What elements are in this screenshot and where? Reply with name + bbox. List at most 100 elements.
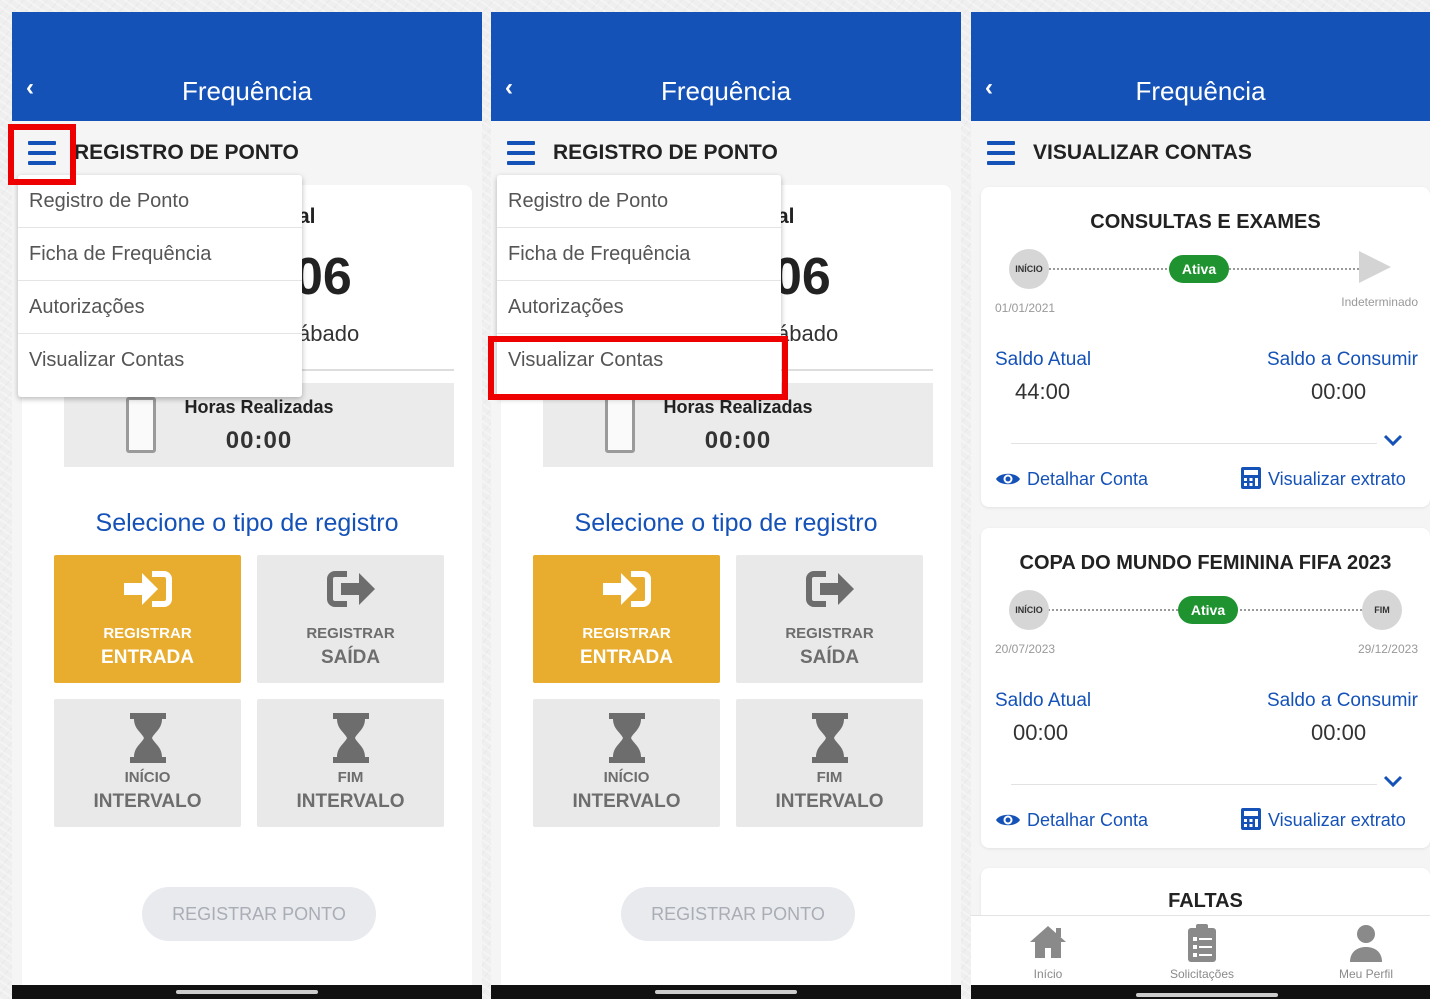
hourglass-icon — [812, 713, 848, 763]
bottom-navigation: Início Solicitações Meu Perfil — [971, 915, 1430, 985]
tile-line2: ENTRADA — [580, 647, 673, 668]
account-card: CONSULTAS E EXAMES INÍCIO Ativa 01/01/20… — [981, 187, 1430, 507]
tile-line2: INTERVALO — [775, 791, 884, 812]
tile-line1: INÍCIO — [603, 769, 650, 786]
app-bar: ‹ Frequência — [12, 12, 482, 121]
chevron-down-icon[interactable] — [1383, 774, 1403, 788]
detail-account-link[interactable]: Detalhar Conta — [1027, 810, 1148, 831]
tile-line1: REGISTRAR — [785, 625, 874, 642]
end-circle: FIM — [1362, 590, 1402, 630]
register-entry-button[interactable]: REGISTRAR ENTRADA — [54, 555, 241, 683]
section-title: REGISTRO DE PONTO — [553, 141, 778, 164]
register-exit-button[interactable]: REGISTRAR SAÍDA — [736, 555, 923, 683]
saldo-atual-label: Saldo Atual — [995, 349, 1092, 370]
end-date: Indeterminado — [1341, 295, 1418, 309]
eye-icon — [996, 473, 1020, 485]
tile-line2: INTERVALO — [93, 791, 202, 812]
status-badge: Ativa — [1178, 596, 1238, 624]
hourglass-icon — [130, 713, 166, 763]
menu-item-autorizacoes[interactable]: Autorizações — [497, 281, 781, 334]
section-title: REGISTRO DE PONTO — [74, 141, 299, 164]
account-card: COPA DO MUNDO FEMININA FIFA 2023 INÍCIO … — [981, 528, 1430, 848]
sign-in-icon — [124, 571, 172, 607]
app-title: Frequência — [660, 76, 792, 106]
highlight-visualizar-contas — [488, 336, 788, 400]
saldo-atual-label: Saldo Atual — [995, 690, 1092, 711]
hours-label: Horas Realizadas — [184, 397, 334, 417]
nav-meu-perfil[interactable]: Meu Perfil — [1306, 916, 1426, 986]
tile-line1: REGISTRAR — [306, 625, 395, 642]
start-break-button[interactable]: INÍCIO INTERVALO — [54, 699, 241, 827]
system-nav-bar — [12, 985, 482, 999]
nav-inicio[interactable]: Início — [988, 916, 1108, 986]
eye-icon — [996, 814, 1020, 826]
account-title: FALTAS — [1168, 890, 1243, 912]
app-title: Frequência — [1135, 76, 1266, 106]
register-point-button[interactable]: REGISTRAR PONTO — [142, 887, 376, 941]
hamburger-menu-icon[interactable] — [987, 141, 1015, 165]
register-point-button[interactable]: REGISTRAR PONTO — [621, 887, 855, 941]
nav-label: Solicitações — [1169, 967, 1235, 981]
menu-item-visualizar-contas[interactable]: Visualizar Contas — [18, 334, 302, 387]
sign-out-icon — [806, 571, 854, 607]
hamburger-menu-icon[interactable] — [507, 141, 535, 165]
account-title: COPA DO MUNDO FEMININA FIFA 2023 — [1019, 552, 1392, 574]
hours-label: Horas Realizadas — [663, 397, 813, 417]
account-title: CONSULTAS E EXAMES — [1090, 211, 1321, 233]
tile-line2: INTERVALO — [296, 791, 405, 812]
app-bar: ‹ Frequência — [491, 12, 961, 121]
end-break-button[interactable]: FIM INTERVALO — [257, 699, 444, 827]
detail-account-link[interactable]: Detalhar Conta — [1027, 469, 1148, 490]
view-statement-link[interactable]: Visualizar extrato — [1268, 469, 1406, 490]
day-number: 06 — [773, 248, 831, 306]
status-badge: Ativa — [1169, 255, 1229, 283]
register-exit-button[interactable]: REGISTRAR SAÍDA — [257, 555, 444, 683]
tile-line2: ENTRADA — [101, 647, 194, 668]
nav-solicitacoes[interactable]: Solicitações — [1142, 916, 1262, 986]
tile-line2: SAÍDA — [320, 647, 381, 668]
app-bar: ‹ Frequência — [971, 12, 1430, 121]
menu-item-autorizacoes[interactable]: Autorizações — [18, 281, 302, 334]
register-entry-button[interactable]: REGISTRAR ENTRADA — [533, 555, 720, 683]
menu-item-ficha-frequencia[interactable]: Ficha de Frequência — [497, 228, 781, 281]
tile-line2: SAÍDA — [799, 647, 860, 668]
saldo-consumir-value: 00:00 — [1311, 720, 1367, 745]
sign-in-icon — [603, 571, 651, 607]
menu-item-ficha-frequencia[interactable]: Ficha de Frequência — [18, 228, 302, 281]
day-number: 06 — [294, 248, 352, 306]
screen-menu-open: ‹ Frequência REGISTRO DE PONTO al 06 ába… — [12, 12, 482, 999]
menu-item-registro-ponto[interactable]: Registro de Ponto — [497, 175, 781, 228]
start-circle: INÍCIO — [1009, 590, 1049, 630]
nav-label: Meu Perfil — [1338, 967, 1394, 981]
select-type-title: Selecione o tipo de registro — [574, 509, 878, 537]
play-arrow-icon — [1359, 251, 1391, 283]
start-break-button[interactable]: INÍCIO INTERVALO — [533, 699, 720, 827]
tile-line1: REGISTRAR — [582, 625, 671, 642]
tile-line1: REGISTRAR — [103, 625, 192, 642]
tile-line1: FIM — [816, 769, 843, 786]
section-title: VISUALIZAR CONTAS — [1033, 141, 1252, 164]
section-header: VISUALIZAR CONTAS — [971, 121, 1430, 185]
hourglass-icon — [333, 713, 369, 763]
saldo-consumir-label: Saldo a Consumir — [1266, 690, 1418, 711]
start-circle: INÍCIO — [1009, 249, 1049, 289]
view-statement-link[interactable]: Visualizar extrato — [1268, 810, 1406, 831]
chevron-down-icon[interactable] — [1383, 433, 1403, 447]
screen-visualizar-contas: ‹ Frequência VISUALIZAR CONTAS CONSULTAS… — [971, 12, 1430, 999]
dropdown-menu: Registro de Ponto Ficha de Frequência Au… — [18, 175, 302, 397]
select-type-title: Selecione o tipo de registro — [95, 509, 399, 537]
nav-label: Início — [1033, 967, 1063, 981]
divider — [1011, 443, 1377, 444]
end-date: 29/12/2023 — [1357, 642, 1418, 656]
end-break-button[interactable]: FIM INTERVALO — [736, 699, 923, 827]
hourglass-icon — [609, 713, 645, 763]
highlight-hamburger — [8, 124, 76, 185]
system-nav-bar — [971, 985, 1430, 999]
clipboard-list-icon — [1188, 924, 1216, 962]
user-icon — [1350, 925, 1382, 962]
system-nav-bar — [491, 985, 961, 999]
home-icon — [1030, 926, 1066, 958]
tile-line1: INÍCIO — [124, 769, 171, 786]
calculator-icon — [1241, 467, 1261, 489]
saldo-atual-value: 44:00 — [1015, 379, 1071, 404]
